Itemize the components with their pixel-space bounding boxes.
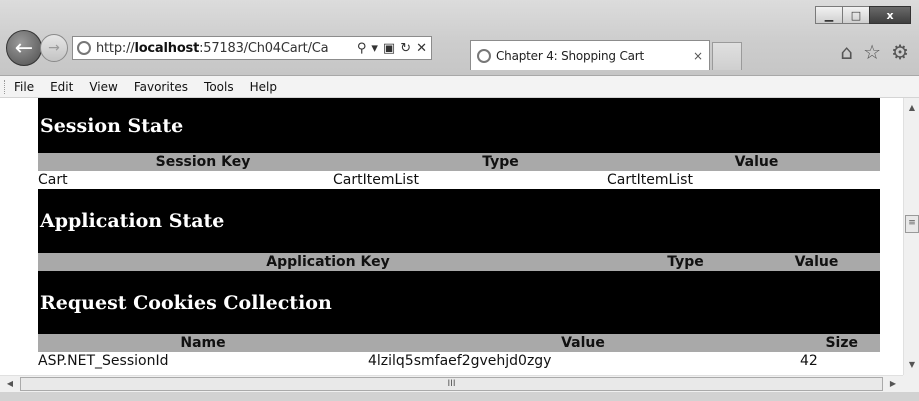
minimize-button[interactable]: ▁: [815, 6, 843, 24]
new-tab-button[interactable]: [712, 42, 742, 70]
window-bottom-edge: [0, 392, 919, 401]
url-prefix: http://: [96, 40, 135, 56]
page-content: Session State Session Key Type Value Car…: [0, 98, 903, 375]
maximize-button[interactable]: □: [842, 6, 870, 24]
url-rest: :57183/Ch04Cart/Ca: [199, 40, 329, 56]
session-type-cell: CartItemList: [333, 172, 419, 188]
col-header-size: Size: [825, 335, 858, 351]
application-table-header: Application Key Type Value: [38, 253, 880, 271]
close-window-button[interactable]: x: [869, 6, 911, 24]
tab-title: Chapter 4: Shopping Cart: [496, 48, 645, 63]
scrollbar-corner: [903, 375, 919, 392]
col-header-name: Name: [180, 335, 226, 351]
gear-icon[interactable]: ⚙: [891, 40, 909, 64]
vertical-scroll-thumb[interactable]: ≡: [905, 215, 919, 233]
col-header-value: Value: [734, 154, 779, 170]
table-row: ASP.NET_SessionId 4lzilq5smfaef2gvehjd0z…: [38, 352, 880, 370]
stop-icon[interactable]: ✕: [416, 41, 427, 56]
col-header-application-key: Application Key: [266, 254, 390, 270]
horizontal-scrollbar[interactable]: ◀ III ▶: [0, 375, 903, 392]
url-host: localhost: [134, 40, 200, 56]
cookie-name-cell: ASP.NET_SessionId: [38, 353, 169, 369]
menubar-grip: [4, 80, 6, 94]
menu-bar: File Edit View Favorites Tools Help: [0, 76, 919, 98]
table-row: Cart CartItemList CartItemList: [38, 171, 880, 189]
scroll-down-icon[interactable]: ▼: [904, 357, 919, 373]
home-icon[interactable]: ⌂: [840, 40, 853, 64]
back-arrow-icon: ←: [14, 35, 34, 61]
col-header-type: Type: [667, 254, 704, 270]
window-controls: ▁ □ x: [815, 6, 911, 24]
cookie-size-cell: 42: [800, 353, 818, 369]
forward-arrow-icon: →: [48, 40, 60, 56]
horizontal-scroll-thumb[interactable]: III: [20, 377, 883, 391]
menu-edit[interactable]: Edit: [50, 80, 73, 94]
menu-tools[interactable]: Tools: [204, 80, 234, 94]
back-button[interactable]: ←: [6, 30, 42, 66]
browser-titlebar: ▁ □ x ← → http://localhost:57183/Ch04Car…: [0, 0, 919, 76]
session-table-header: Session Key Type Value: [38, 153, 880, 171]
ie-page-icon: [77, 41, 91, 55]
address-url[interactable]: http://localhost:57183/Ch04Cart/Ca: [96, 41, 353, 56]
menu-favorites[interactable]: Favorites: [134, 80, 188, 94]
col-header-session-key: Session Key: [155, 154, 251, 170]
favorites-star-icon[interactable]: ☆: [863, 40, 881, 64]
request-cookies-heading: Request Cookies Collection: [38, 271, 880, 334]
address-tools: ⚲ ▾ ▣ ↻ ✕: [357, 41, 427, 56]
menu-help[interactable]: Help: [250, 80, 277, 94]
menu-view[interactable]: View: [89, 80, 117, 94]
col-header-type: Type: [482, 154, 519, 170]
forward-button[interactable]: →: [40, 34, 68, 62]
col-header-value: Value: [794, 254, 839, 270]
vertical-scrollbar[interactable]: ▲ ≡ ▼: [903, 98, 919, 375]
session-state-heading: Session State: [38, 98, 880, 153]
scroll-left-icon[interactable]: ◀: [2, 376, 18, 392]
tab-close-icon[interactable]: ×: [689, 49, 703, 63]
session-value-cell: CartItemList: [607, 172, 693, 188]
scroll-up-icon[interactable]: ▲: [904, 100, 919, 116]
tab-chapter-4[interactable]: Chapter 4: Shopping Cart ×: [470, 40, 710, 70]
toolbar-icons: ⌂ ☆ ⚙: [840, 40, 909, 64]
tab-page-icon: [477, 48, 491, 63]
address-bar[interactable]: http://localhost:57183/Ch04Cart/Ca ⚲ ▾ ▣…: [72, 36, 432, 60]
search-icon[interactable]: ⚲: [357, 41, 367, 56]
session-key-cell: Cart: [38, 172, 68, 188]
cookie-value-cell: 4lzilq5smfaef2gvehjd0zgy: [368, 353, 552, 369]
scroll-right-icon[interactable]: ▶: [885, 376, 901, 392]
compatibility-view-icon[interactable]: ▣: [383, 41, 395, 56]
dropdown-arrow-icon[interactable]: ▾: [371, 41, 378, 56]
col-header-value: Value: [561, 335, 605, 351]
navigation-row: ← → http://localhost:57183/Ch04Cart/Ca ⚲…: [6, 28, 432, 68]
refresh-icon[interactable]: ↻: [400, 41, 411, 56]
menu-file[interactable]: File: [14, 80, 34, 94]
cookies-table-header: Name Value Size: [38, 334, 880, 352]
application-state-heading: Application State: [38, 189, 880, 253]
